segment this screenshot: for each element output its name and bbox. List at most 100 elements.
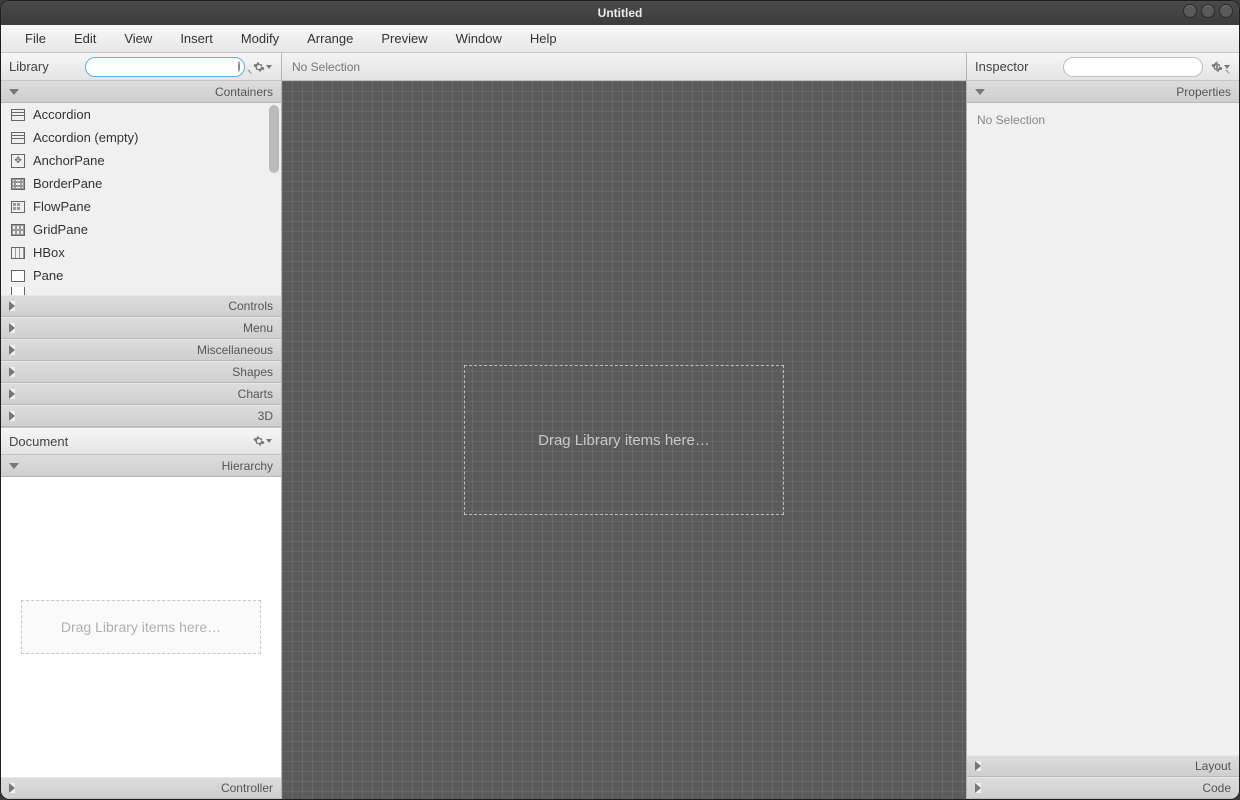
selection-text: No Selection [292, 60, 360, 74]
library-section-shapes[interactable]: Shapes [1, 361, 281, 383]
window-maximize-button[interactable] [1201, 4, 1215, 18]
window-buttons [1183, 4, 1233, 18]
library-search[interactable] [85, 57, 245, 77]
hierarchy-body[interactable]: Drag Library items here… [1, 477, 281, 777]
chevron-down-icon [266, 65, 272, 69]
main-area: Library Containers [1, 53, 1239, 799]
menu-edit[interactable]: Edit [60, 27, 110, 50]
pane-icon [11, 287, 25, 295]
section-label: 3D [15, 409, 273, 423]
library-panel: Library Containers [1, 53, 281, 427]
section-label: Miscellaneous [15, 343, 273, 357]
menu-modify[interactable]: Modify [227, 27, 293, 50]
list-item-label: Pane [33, 268, 63, 283]
gear-icon [253, 61, 265, 73]
inspector-body-text: No Selection [977, 113, 1045, 127]
menu-help[interactable]: Help [516, 27, 571, 50]
library-options-button[interactable] [251, 58, 273, 76]
center-panel: No Selection Drag Library items here… [282, 53, 967, 799]
hbox-icon [11, 246, 25, 260]
document-title: Document [9, 434, 68, 449]
library-item-flowpane[interactable]: FlowPane [1, 195, 281, 218]
borderpane-icon [11, 177, 25, 191]
section-label: Controller [15, 781, 273, 795]
chevron-down-icon [1224, 65, 1230, 69]
window-title: Untitled [598, 6, 643, 20]
library-section-containers[interactable]: Containers [1, 81, 281, 103]
section-label: Menu [15, 321, 273, 335]
library-item-borderpane[interactable]: BorderPane [1, 172, 281, 195]
library-title: Library [9, 59, 49, 74]
library-item-accordion-empty[interactable]: Accordion (empty) [1, 126, 281, 149]
document-options-button[interactable] [251, 432, 273, 450]
library-item-anchorpane[interactable]: ✥ AnchorPane [1, 149, 281, 172]
search-icon [238, 61, 240, 72]
library-item-accordion[interactable]: Accordion [1, 103, 281, 126]
document-header: Document [1, 427, 281, 455]
design-canvas[interactable]: Drag Library items here… [282, 81, 966, 799]
inspector-section-code[interactable]: Code [967, 777, 1239, 799]
list-item-label: BorderPane [33, 176, 102, 191]
inspector-search-input[interactable] [1074, 61, 1216, 73]
pane-icon [11, 269, 25, 283]
library-item-overflow[interactable] [1, 287, 281, 295]
inspector-search[interactable] [1063, 57, 1203, 77]
list-item-label: AnchorPane [33, 153, 105, 168]
menu-arrange[interactable]: Arrange [293, 27, 367, 50]
gear-icon [253, 435, 265, 447]
library-section-charts[interactable]: Charts [1, 383, 281, 405]
inspector-panel: Inspector Properties No Selection [967, 53, 1239, 799]
section-label: Charts [15, 387, 273, 401]
library-section-3d[interactable]: 3D [1, 405, 281, 427]
section-label: Controls [15, 299, 273, 313]
window-minimize-button[interactable] [1183, 4, 1197, 18]
section-label: Hierarchy [19, 459, 273, 473]
list-item-label: GridPane [33, 222, 88, 237]
inspector-section-properties[interactable]: Properties [967, 81, 1239, 103]
document-section-controller[interactable]: Controller [1, 777, 281, 799]
library-item-pane[interactable]: Pane [1, 264, 281, 287]
chevron-down-icon [975, 89, 985, 95]
flowpane-icon [11, 200, 25, 214]
chevron-down-icon [9, 89, 19, 95]
anchorpane-icon: ✥ [11, 154, 25, 168]
library-item-gridpane[interactable]: GridPane [1, 218, 281, 241]
inspector-section-layout[interactable]: Layout [967, 755, 1239, 777]
inspector-title: Inspector [975, 59, 1028, 74]
menubar: File Edit View Insert Modify Arrange Pre… [1, 25, 1239, 53]
library-section-controls[interactable]: Controls [1, 295, 281, 317]
chevron-down-icon [9, 463, 19, 469]
document-panel: Document Hierarchy Drag Library items he… [1, 427, 281, 799]
section-label: Code [981, 781, 1231, 795]
library-section-menu[interactable]: Menu [1, 317, 281, 339]
inspector-header: Inspector [967, 53, 1239, 81]
drop-hint-text: Drag Library items here… [538, 432, 710, 449]
hierarchy-drop-target[interactable]: Drag Library items here… [21, 600, 261, 654]
gridpane-icon [11, 223, 25, 237]
window-close-button[interactable] [1219, 4, 1233, 18]
inspector-body: No Selection [967, 103, 1239, 755]
library-containers-list: Accordion Accordion (empty) ✥ AnchorPane… [1, 103, 281, 295]
menu-view[interactable]: View [110, 27, 166, 50]
section-label: Shapes [15, 365, 273, 379]
left-panel: Library Containers [1, 53, 282, 799]
app-window: Untitled File Edit View Insert Modify Ar… [0, 0, 1240, 800]
document-section-hierarchy[interactable]: Hierarchy [1, 455, 281, 477]
library-search-input[interactable] [96, 61, 238, 73]
menu-preview[interactable]: Preview [367, 27, 441, 50]
library-item-hbox[interactable]: HBox [1, 241, 281, 264]
accordion-icon [11, 108, 25, 122]
menu-file[interactable]: File [11, 27, 60, 50]
canvas-drop-target[interactable]: Drag Library items here… [464, 365, 784, 515]
list-item-label: FlowPane [33, 199, 91, 214]
library-section-miscellaneous[interactable]: Miscellaneous [1, 339, 281, 361]
search-icon [1216, 61, 1218, 72]
menu-insert[interactable]: Insert [166, 27, 227, 50]
list-item-label: Accordion (empty) [33, 130, 138, 145]
menu-window[interactable]: Window [442, 27, 516, 50]
list-item-label: HBox [33, 245, 65, 260]
library-header: Library [1, 53, 281, 81]
scrollbar-thumb[interactable] [269, 105, 279, 173]
selection-bar: No Selection [282, 53, 966, 81]
list-item-label: Accordion [33, 107, 91, 122]
